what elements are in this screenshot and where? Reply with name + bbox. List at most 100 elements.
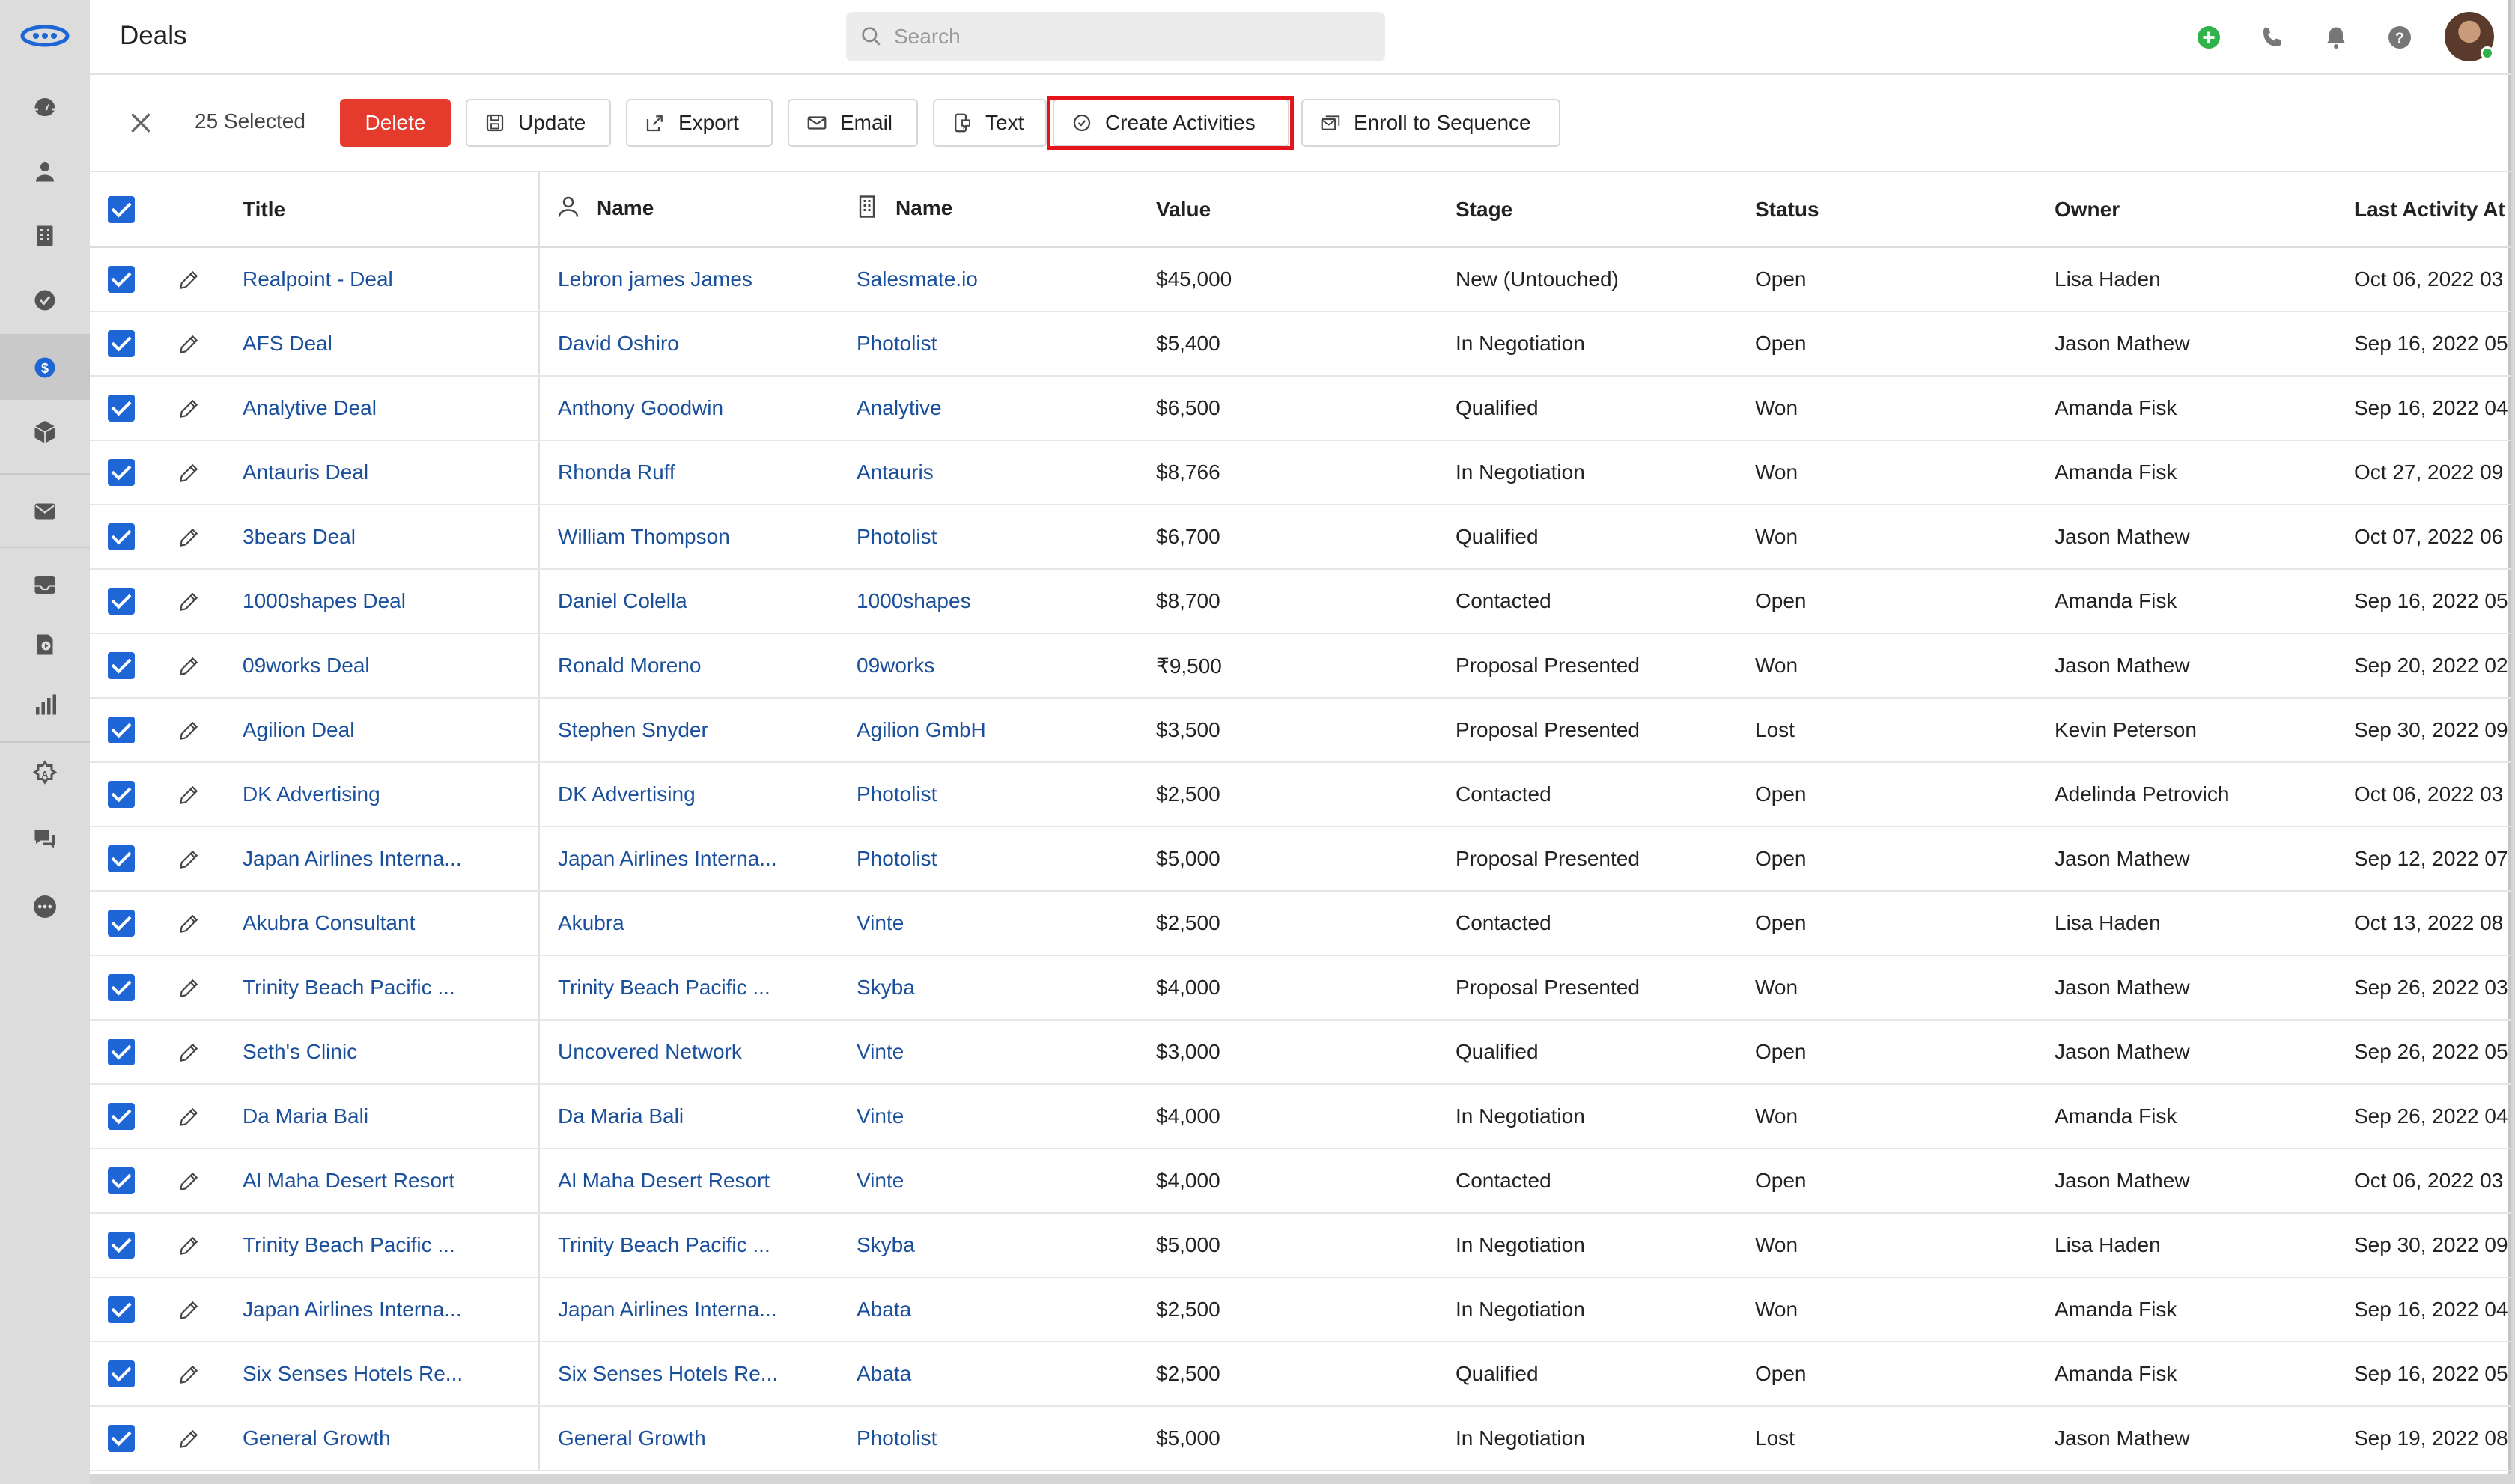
edit-icon[interactable] [157,955,243,1021]
edit-icon[interactable] [157,311,243,377]
deal-title[interactable]: 09works Deal [243,633,539,699]
contact-name[interactable]: DK Advertising [538,762,839,827]
company-name[interactable]: Photolist [839,1406,1138,1471]
company-name[interactable]: Photolist [839,827,1138,892]
company-name[interactable]: Antauris [839,440,1138,505]
sidebar-contacts[interactable] [0,139,90,204]
table-row[interactable]: Agilion Deal Stephen Snyder Agilion GmbH $3… [90,698,2511,763]
select-all-checkbox[interactable] [108,195,135,223]
company-name[interactable]: Skyba [839,955,1138,1021]
edit-icon[interactable] [157,247,243,312]
row-checkbox[interactable] [108,1232,135,1259]
export-button[interactable]: Export [626,99,773,147]
edit-icon[interactable] [157,440,243,505]
sidebar-companies[interactable] [0,204,90,268]
table-row[interactable]: AFS Deal David Oshiro Photolist $5,400 In Ne… [90,311,2511,377]
row-checkbox[interactable] [108,1425,135,1452]
contact-name[interactable]: David Oshiro [538,311,839,377]
table-row[interactable]: Akubra Consultant Akubra Vinte $2,500 Contac… [90,891,2511,956]
deal-title[interactable]: 3bears Deal [243,505,539,570]
row-checkbox[interactable] [108,1360,135,1387]
row-checkbox[interactable] [108,781,135,808]
header-status[interactable]: Status [1737,172,2037,248]
table-row[interactable]: Al Maha Desert Resort Al Maha Desert Reso… [90,1149,2511,1214]
header-owner[interactable]: Owner [2037,172,2336,248]
row-checkbox[interactable] [108,523,135,550]
edit-icon[interactable] [157,1084,243,1149]
edit-icon[interactable] [157,1277,243,1342]
deal-title[interactable]: Al Maha Desert Resort [243,1149,539,1214]
create-activities-button[interactable]: Create Activities [1053,99,1289,147]
search-input[interactable] [894,25,1343,49]
edit-icon[interactable] [157,569,243,634]
company-name[interactable]: Agilion GmbH [839,698,1138,763]
deal-title[interactable]: Da Maria Bali [243,1084,539,1149]
contact-name[interactable]: Daniel Colella [538,569,839,634]
delete-button[interactable]: Delete [340,99,451,147]
notifications-button[interactable] [2321,22,2351,52]
sidebar-activities[interactable] [0,268,90,332]
table-row[interactable]: Six Senses Hotels Re... Six Senses Hotels… [90,1342,2511,1407]
sidebar-sequences[interactable] [0,612,90,677]
edit-icon[interactable] [157,1149,243,1214]
row-checkbox[interactable] [108,652,135,679]
sidebar-dashboard[interactable] [0,75,90,139]
edit-icon[interactable] [157,633,243,699]
email-button[interactable]: Email [788,99,918,147]
row-checkbox[interactable] [108,1296,135,1323]
table-row[interactable]: 3bears Deal William Thompson Photolist $6,7… [90,505,2511,570]
table-row[interactable]: Realpoint - Deal Lebron james James Salesm… [90,247,2511,312]
header-contact-name[interactable]: Name [538,172,839,248]
company-name[interactable]: Skyba [839,1213,1138,1278]
table-row[interactable]: Seth's Clinic Uncovered Network Vinte $3,00… [90,1020,2511,1085]
deal-title[interactable]: Akubra Consultant [243,891,539,956]
table-row[interactable]: Trinity Beach Pacific ... Trinity Beach P… [90,1213,2511,1278]
logo-icon[interactable] [19,21,70,51]
row-checkbox[interactable] [108,974,135,1001]
company-name[interactable]: Vinte [839,1020,1138,1085]
close-icon[interactable] [126,108,156,138]
edit-icon[interactable] [157,698,243,763]
edit-icon[interactable] [157,827,243,892]
contact-name[interactable]: Anthony Goodwin [538,376,839,441]
company-name[interactable]: Salesmate.io [839,247,1138,312]
deal-title[interactable]: Agilion Deal [243,698,539,763]
header-stage[interactable]: Stage [1438,172,1737,248]
contact-name[interactable]: General Growth [538,1406,839,1471]
row-checkbox[interactable] [108,588,135,615]
company-name[interactable]: Photolist [839,505,1138,570]
company-name[interactable]: Abata [839,1277,1138,1342]
row-checkbox[interactable] [108,330,135,357]
sidebar-automation[interactable]: A [0,741,90,806]
row-checkbox[interactable] [108,1039,135,1065]
deal-title[interactable]: Antauris Deal [243,440,539,505]
table-row[interactable]: 09works Deal Ronald Moreno 09works ₹9,500 Pr… [90,633,2511,699]
phone-button[interactable] [2257,22,2287,52]
sidebar-reports[interactable] [0,672,90,737]
contact-name[interactable]: Al Maha Desert Resort [538,1149,839,1214]
sidebar-products[interactable] [0,400,90,464]
edit-icon[interactable] [157,1342,243,1407]
sidebar-deals[interactable]: $ [0,335,90,400]
contact-name[interactable]: Stephen Snyder [538,698,839,763]
deal-title[interactable]: Trinity Beach Pacific ... [243,955,539,1021]
deal-title[interactable]: Trinity Beach Pacific ... [243,1213,539,1278]
contact-name[interactable]: Uncovered Network [538,1020,839,1085]
deal-title[interactable]: Analytive Deal [243,376,539,441]
contact-name[interactable]: Akubra [538,891,839,956]
contact-name[interactable]: Six Senses Hotels Re... [538,1342,839,1407]
update-button[interactable]: Update [466,99,611,147]
deal-title[interactable]: Seth's Clinic [243,1020,539,1085]
deal-title[interactable]: Japan Airlines Interna... [243,1277,539,1342]
deal-title[interactable]: DK Advertising [243,762,539,827]
edit-icon[interactable] [157,891,243,956]
company-name[interactable]: Photolist [839,762,1138,827]
contact-name[interactable]: Rhonda Ruff [538,440,839,505]
row-checkbox[interactable] [108,717,135,743]
contact-name[interactable]: Trinity Beach Pacific ... [538,1213,839,1278]
contact-name[interactable]: Japan Airlines Interna... [538,1277,839,1342]
header-title[interactable]: Title [243,172,539,248]
contact-name[interactable]: Ronald Moreno [538,633,839,699]
edit-icon[interactable] [157,762,243,827]
edit-icon[interactable] [157,1213,243,1278]
